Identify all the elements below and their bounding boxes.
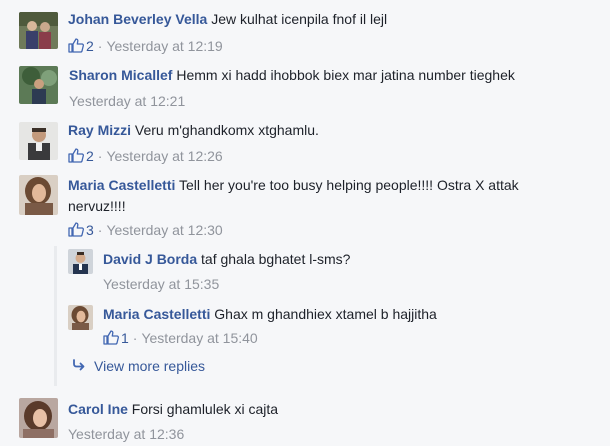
commenter-name[interactable]: Maria Castelletti <box>103 306 210 322</box>
like-count[interactable]: 3 <box>86 222 94 238</box>
comment-text: Forsi ghamlulek xi cajta <box>131 401 279 417</box>
comment-timestamp[interactable]: Yesterday at 12:36 <box>68 426 184 442</box>
reply-thread-line <box>54 246 57 386</box>
comment-text: taf ghala bghatet l-sms? <box>201 251 351 267</box>
comment-text: Hemm xi hadd ihobbok biex mar jatina num… <box>176 67 515 83</box>
comment-timestamp[interactable]: Yesterday at 12:30 <box>106 222 222 238</box>
comment-text: Tell her you're too busy helping people!… <box>179 177 519 193</box>
comment-meta: Yesterday at 12:36 <box>68 426 184 442</box>
comment-text: Ghax m ghandhiex xtamel b hajjitha <box>214 306 437 322</box>
comment-timestamp[interactable]: Yesterday at 15:35 <box>103 276 219 292</box>
comment-meta: Yesterday at 12:21 <box>69 93 185 109</box>
like-thumb-icon[interactable] <box>68 222 84 237</box>
commenter-name[interactable]: Maria Castelletti <box>68 177 175 193</box>
meta-separator: · <box>132 330 138 346</box>
commenter-name[interactable]: Johan Beverley Vella <box>68 11 207 27</box>
avatar-david[interactable] <box>68 249 93 274</box>
avatar-sharon[interactable] <box>19 66 58 104</box>
meta-separator: · <box>97 38 103 54</box>
commenter-name[interactable]: Carol Ine <box>68 401 128 417</box>
avatar-johan[interactable] <box>19 12 58 49</box>
comment-text: Jew kulhat icenpila fnof il lejl <box>211 11 388 27</box>
comment-text-continued: nervuz!!!! <box>68 198 126 214</box>
like-count[interactable]: 1 <box>121 330 129 346</box>
comment-meta: 1 · Yesterday at 15:40 <box>103 330 258 346</box>
comment-timestamp[interactable]: Yesterday at 12:26 <box>106 148 222 164</box>
commenter-name[interactable]: Ray Mizzi <box>68 122 131 138</box>
comment-meta: 2 · Yesterday at 12:19 <box>68 38 223 54</box>
commenter-name[interactable]: Sharon Micallef <box>69 67 172 83</box>
meta-separator: · <box>97 222 103 238</box>
comment-meta: Yesterday at 15:35 <box>103 276 219 292</box>
reply-arrow-icon <box>72 358 86 371</box>
comment-timestamp[interactable]: Yesterday at 15:40 <box>141 330 257 346</box>
commenter-name[interactable]: David J Borda <box>103 251 197 267</box>
like-thumb-icon[interactable] <box>68 148 84 163</box>
like-count[interactable]: 2 <box>86 148 94 164</box>
comment-meta: 3 · Yesterday at 12:30 <box>68 222 223 238</box>
avatar-maria[interactable] <box>19 175 58 215</box>
view-more-replies-link[interactable]: View more replies <box>72 358 205 374</box>
avatar-ray[interactable] <box>19 122 58 160</box>
avatar-carol[interactable] <box>19 398 58 438</box>
comment-meta: 2 · Yesterday at 12:26 <box>68 148 223 164</box>
comment-text: Veru m'ghandkomx xtghamlu. <box>134 122 319 138</box>
like-thumb-icon[interactable] <box>68 38 84 53</box>
view-more-replies-label[interactable]: View more replies <box>94 358 205 374</box>
avatar-maria-reply[interactable] <box>68 305 93 330</box>
meta-separator: · <box>97 148 103 164</box>
like-thumb-icon[interactable] <box>103 330 119 345</box>
comment-timestamp[interactable]: Yesterday at 12:21 <box>69 93 185 109</box>
comment-timestamp[interactable]: Yesterday at 12:19 <box>106 38 222 54</box>
like-count[interactable]: 2 <box>86 38 94 54</box>
